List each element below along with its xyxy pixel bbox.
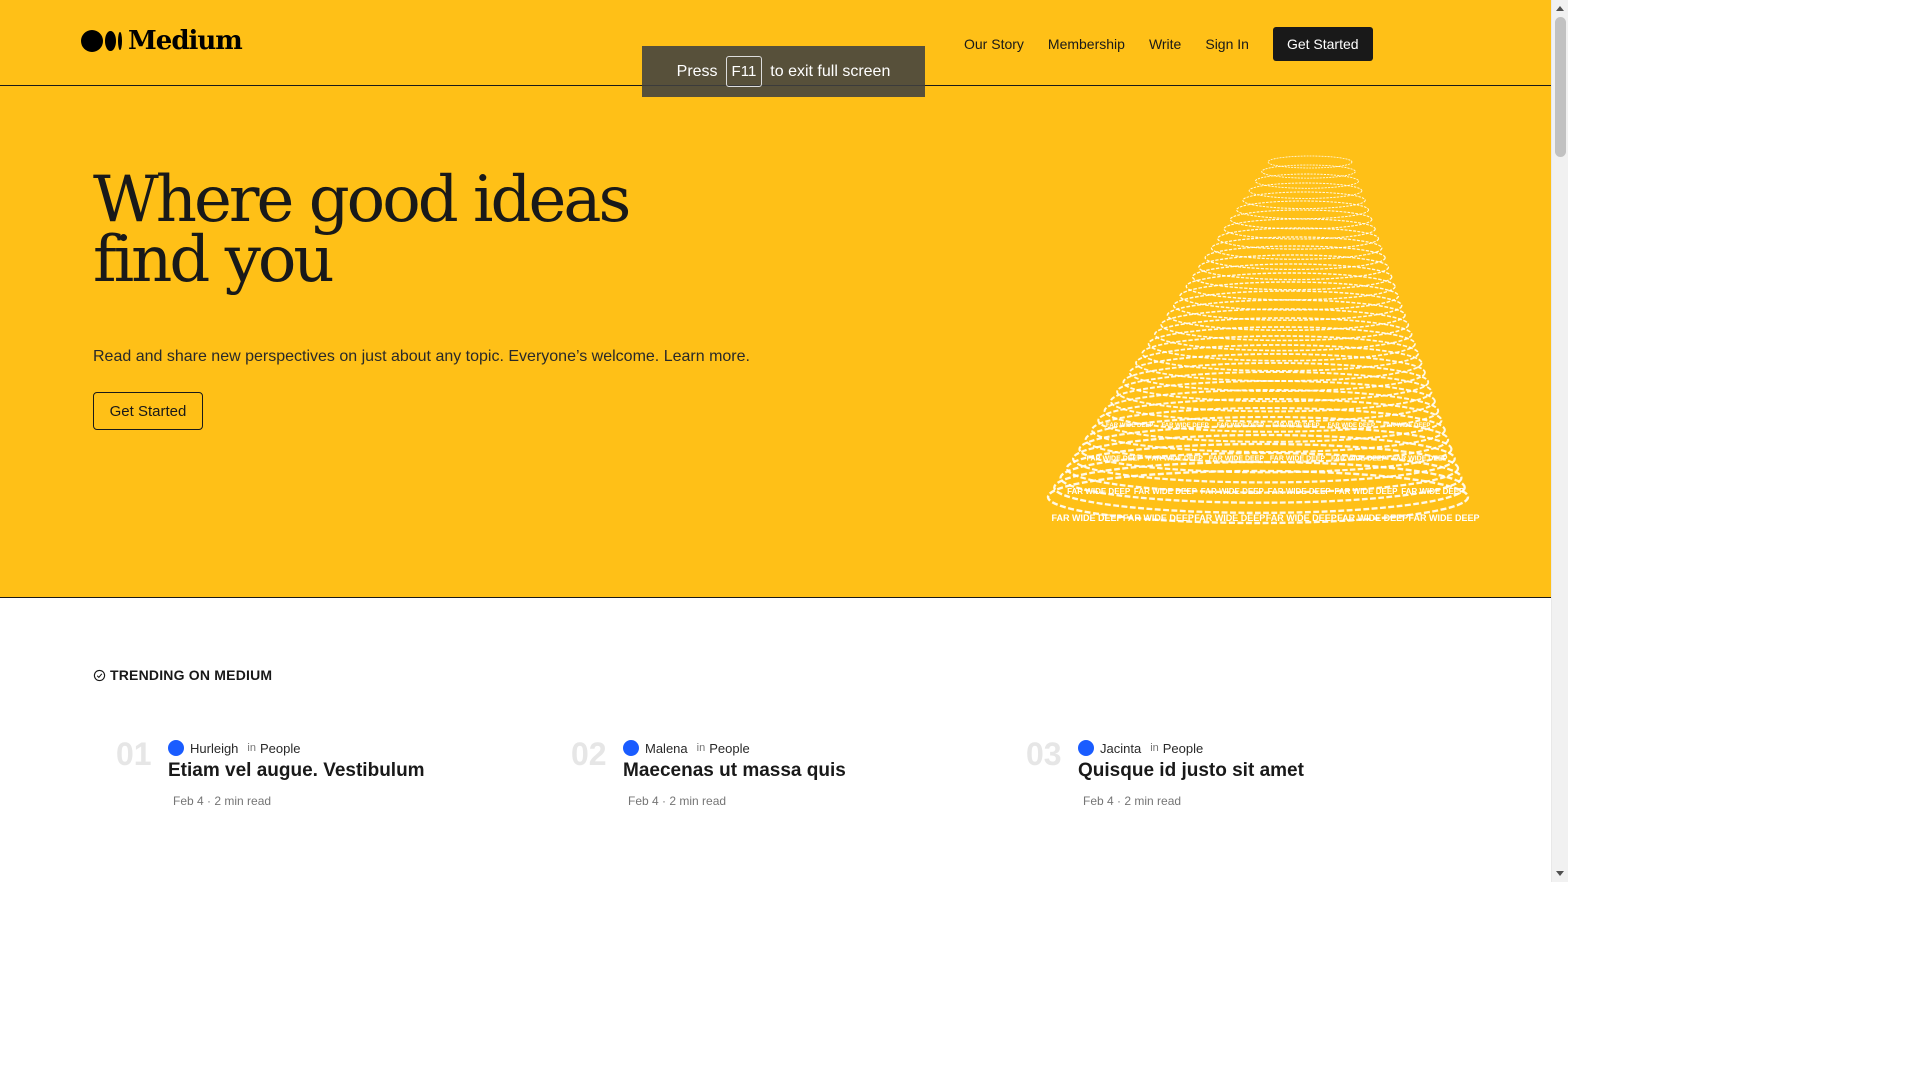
cone-word: FAR WIDE DEEP [1106,423,1153,429]
cone-word: FAR WIDE DEEP [1087,456,1143,463]
fullscreen-notice-suffix: to exit full screen [770,62,891,80]
cone-word: FAR WIDE DEEP [1217,423,1264,429]
cone-word: FAR WIDE DEEP [1194,513,1265,523]
trending-icon [93,669,106,681]
cone-word: FAR WIDE DEEP [1268,487,1332,496]
hero-headline: Where good ideas find you [93,163,631,297]
in-label: in [1150,742,1159,754]
in-label: in [247,742,256,754]
post-date: Feb 4 · 2 min read [173,794,272,808]
nav-membership[interactable]: Membership [1048,36,1125,52]
cone-word: FAR WIDE DEEP [1123,513,1194,523]
author-name[interactable]: Jacinta [1100,741,1141,756]
cone-word: FAR WIDE DEEP [1161,423,1208,429]
cone-word: FAR WIDE DEEP [1331,456,1387,463]
cone-word: FAR WIDE DEEP [1401,487,1465,496]
cone-word: FAR WIDE DEEP [1266,513,1337,523]
medium-logo-icon [81,30,122,52]
cone-word: FAR WIDE DEEP [1392,456,1448,463]
cone-ring [1267,155,1353,169]
in-label: in [696,742,706,754]
scroll-up-arrow-icon[interactable] [1556,6,1564,11]
cone-word: FAR WIDE DEEP [1201,487,1265,496]
vertical-scrollbar[interactable] [1551,0,1568,882]
avatar[interactable] [168,740,184,756]
cone-word: FAR WIDE DEEP [1337,513,1408,523]
avatar[interactable] [1078,740,1094,756]
trending-heading-label: TRENDING ON MEDIUM [110,667,273,683]
cone-word: FAR WIDE DEEP [1272,423,1319,429]
cone-word: FAR WIDE DEEP [1328,423,1375,429]
medium-logo[interactable]: Medium [81,26,243,56]
cone-word: FAR WIDE DEEP [1383,423,1430,429]
scroll-down-arrow-icon[interactable] [1556,871,1564,876]
post-title[interactable]: Etiam vel augue. Vestibulum [168,760,425,782]
main-nav: Our Story Membership Write Sign In Get S… [964,27,1397,61]
cone-ring [1248,182,1363,199]
trending-rank: 03 [1026,736,1062,772]
cone-word: FAR WIDE DEEP [1409,513,1480,523]
author-name[interactable]: Malena [645,741,688,756]
cone-ring [1242,191,1366,210]
trending-rank: 01 [116,736,152,772]
hero-get-started-button[interactable]: Get Started [93,392,203,430]
author-name[interactable]: Hurleigh [190,741,238,756]
post-meta: Hurleigh in People [168,740,300,756]
fullscreen-notice-prefix: Press [676,62,718,80]
cone-ring [1122,362,1430,403]
scrollbar-thumb[interactable] [1555,17,1566,157]
fullscreen-notice: Press F11 to exit full screen [642,46,925,97]
cone-word: FAR WIDE DEEP [1209,456,1265,463]
post-meta: Jacinta in People [1078,740,1203,756]
nav-sign-in[interactable]: Sign In [1205,36,1249,52]
cone-word: FAR WIDE DEEP [1334,487,1398,496]
post-date: Feb 4 · 2 min read [1083,794,1182,808]
cone-word: FAR WIDE DEEP [1148,456,1204,463]
topic-link[interactable]: People [1163,741,1203,756]
trending-heading: TRENDING ON MEDIUM [93,667,272,683]
cone-ring [1116,371,1433,413]
header-get-started-button[interactable]: Get Started [1272,27,1373,61]
nav-write[interactable]: Write [1149,36,1181,52]
topic-link[interactable]: People [260,741,300,756]
post-meta: Malena in People [623,740,750,756]
cone-ring [1210,236,1383,260]
text-cone-illustration: FAR WIDE DEEP FAR WIDE DEEP FAR WIDE DEEP F… [1046,155,1480,525]
cone-word: FAR WIDE DEEP [1270,456,1326,463]
post-title[interactable]: Quisque id justo sit amet [1078,760,1304,782]
cone-ring [1147,326,1416,362]
f11-key: F11 [725,56,763,87]
topic-link[interactable]: People [709,741,749,756]
trending-rank: 02 [571,736,607,772]
cone-word: FAR WIDE DEEP [1052,513,1123,523]
cone-word: FAR WIDE DEEP [1134,487,1198,496]
hero-subtext: Read and share new perspectives on just … [93,348,750,365]
cone-ring [1223,218,1376,240]
post-date: Feb 4 · 2 min read [628,794,727,808]
post-title[interactable]: Maecenas ut massa quis [623,760,846,782]
avatar[interactable] [623,740,639,756]
cone-word: FAR WIDE DEEP [1067,487,1131,496]
brand-name: Medium [128,26,243,56]
nav-our-story[interactable]: Our Story [964,36,1024,52]
cone-ring [1078,424,1453,474]
cone-ring [1090,406,1446,454]
